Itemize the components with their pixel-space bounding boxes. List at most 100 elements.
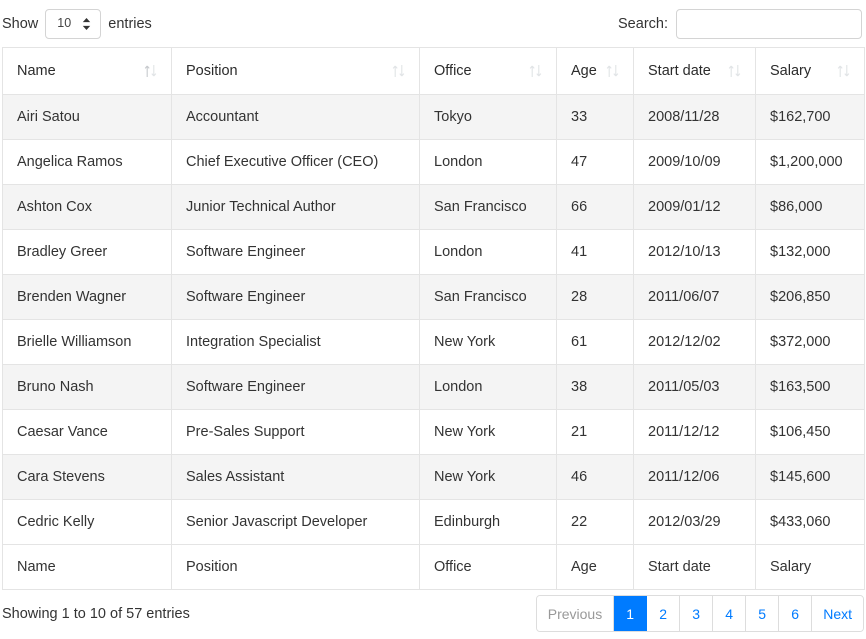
pagination-next[interactable]: Next <box>812 596 863 631</box>
cell-position: Sales Assistant <box>172 455 420 500</box>
cell-position: Software Engineer <box>172 365 420 410</box>
search-control: Search: <box>618 9 864 39</box>
cell-salary: $206,850 <box>756 275 865 320</box>
cell-age: 61 <box>557 320 634 365</box>
search-label: Search: <box>618 16 668 32</box>
cell-start-date: 2011/06/07 <box>634 275 756 320</box>
column-header-age[interactable]: Age <box>557 48 634 95</box>
cell-age: 41 <box>557 230 634 275</box>
column-header-office[interactable]: Office <box>420 48 557 95</box>
column-header-position[interactable]: Position <box>172 48 420 95</box>
cell-name: Airi Satou <box>3 95 172 140</box>
column-header-name[interactable]: Name <box>3 48 172 95</box>
cell-start-date: 2011/12/12 <box>634 410 756 455</box>
table-row[interactable]: Brenden WagnerSoftware EngineerSan Franc… <box>3 275 865 320</box>
table-body: Airi SatouAccountantTokyo332008/11/28$16… <box>3 95 865 545</box>
pagination-page-2[interactable]: 2 <box>647 596 680 631</box>
cell-office: London <box>420 140 557 185</box>
cell-age: 21 <box>557 410 634 455</box>
pagination: Previous123456Next <box>536 595 864 632</box>
footer-cell-name: Name <box>3 545 172 590</box>
column-header-label: Office <box>434 63 472 79</box>
column-header-start-date[interactable]: Start date <box>634 48 756 95</box>
cell-position: Software Engineer <box>172 230 420 275</box>
cell-position: Integration Specialist <box>172 320 420 365</box>
column-header-label: Salary <box>770 63 811 79</box>
cell-start-date: 2012/12/02 <box>634 320 756 365</box>
cell-office: New York <box>420 410 557 455</box>
pagination-page-6[interactable]: 6 <box>779 596 812 631</box>
sort-updown-icon <box>529 64 542 78</box>
cell-name: Cara Stevens <box>3 455 172 500</box>
pagination-previous[interactable]: Previous <box>537 596 614 631</box>
cell-name: Caesar Vance <box>3 410 172 455</box>
cell-age: 28 <box>557 275 634 320</box>
cell-office: Tokyo <box>420 95 557 140</box>
cell-name: Ashton Cox <box>3 185 172 230</box>
updown-stepper-icon <box>82 17 91 30</box>
page-length-value: 10 <box>57 17 71 30</box>
pagination-page-1[interactable]: 1 <box>614 596 647 631</box>
table-row[interactable]: Bruno NashSoftware EngineerLondon382011/… <box>3 365 865 410</box>
cell-name: Brielle Williamson <box>3 320 172 365</box>
column-header-label: Age <box>571 63 597 79</box>
table-row[interactable]: Airi SatouAccountantTokyo332008/11/28$16… <box>3 95 865 140</box>
cell-start-date: 2011/12/06 <box>634 455 756 500</box>
cell-start-date: 2008/11/28 <box>634 95 756 140</box>
cell-office: London <box>420 230 557 275</box>
employees-table: Name Position <box>2 47 865 590</box>
table-footer-row: Name Position Office Age Start date Sala… <box>3 545 865 590</box>
table-header-row: Name Position <box>3 48 865 95</box>
cell-age: 66 <box>557 185 634 230</box>
table-bottom-controls: Showing 1 to 10 of 57 entries Previous12… <box>0 590 866 637</box>
cell-office: New York <box>420 320 557 365</box>
search-input[interactable] <box>676 9 862 39</box>
cell-start-date: 2012/03/29 <box>634 500 756 545</box>
cell-position: Accountant <box>172 95 420 140</box>
cell-start-date: 2011/05/03 <box>634 365 756 410</box>
cell-salary: $106,450 <box>756 410 865 455</box>
footer-cell-age: Age <box>557 545 634 590</box>
table-row[interactable]: Cedric KellySenior Javascript DeveloperE… <box>3 500 865 545</box>
cell-office: Edinburgh <box>420 500 557 545</box>
pagination-page-5[interactable]: 5 <box>746 596 779 631</box>
footer-cell-salary: Salary <box>756 545 865 590</box>
sort-updown-icon <box>728 64 741 78</box>
datatable-wrapper: Show 10 entries Search: <box>0 0 866 637</box>
page-length-control: Show 10 entries <box>2 9 152 39</box>
table-row[interactable]: Brielle WilliamsonIntegration Specialist… <box>3 320 865 365</box>
cell-age: 22 <box>557 500 634 545</box>
table-head: Name Position <box>3 48 865 95</box>
sort-updown-icon <box>606 64 619 78</box>
cell-name: Brenden Wagner <box>3 275 172 320</box>
page-length-select[interactable]: 10 <box>45 9 101 39</box>
table-row[interactable]: Cara StevensSales AssistantNew York46201… <box>3 455 865 500</box>
table-row[interactable]: Angelica RamosChief Executive Officer (C… <box>3 140 865 185</box>
cell-age: 46 <box>557 455 634 500</box>
table-info: Showing 1 to 10 of 57 entries <box>2 606 190 622</box>
cell-salary: $1,200,000 <box>756 140 865 185</box>
cell-position: Pre-Sales Support <box>172 410 420 455</box>
cell-position: Senior Javascript Developer <box>172 500 420 545</box>
cell-salary: $86,000 <box>756 185 865 230</box>
column-header-salary[interactable]: Salary <box>756 48 865 95</box>
column-header-label: Start date <box>648 63 711 79</box>
table-top-controls: Show 10 entries Search: <box>0 0 866 47</box>
table-row[interactable]: Caesar VancePre-Sales SupportNew York212… <box>3 410 865 455</box>
cell-name: Angelica Ramos <box>3 140 172 185</box>
table-row[interactable]: Bradley GreerSoftware EngineerLondon4120… <box>3 230 865 275</box>
cell-office: London <box>420 365 557 410</box>
cell-office: New York <box>420 455 557 500</box>
footer-cell-start-date: Start date <box>634 545 756 590</box>
cell-name: Bruno Nash <box>3 365 172 410</box>
cell-age: 38 <box>557 365 634 410</box>
sort-updown-icon <box>392 64 405 78</box>
table-row[interactable]: Ashton CoxJunior Technical AuthorSan Fra… <box>3 185 865 230</box>
cell-salary: $145,600 <box>756 455 865 500</box>
sort-updown-icon <box>144 64 157 78</box>
pagination-page-4[interactable]: 4 <box>713 596 746 631</box>
cell-position: Software Engineer <box>172 275 420 320</box>
column-header-label: Name <box>17 63 56 79</box>
pagination-page-3[interactable]: 3 <box>680 596 713 631</box>
footer-cell-office: Office <box>420 545 557 590</box>
